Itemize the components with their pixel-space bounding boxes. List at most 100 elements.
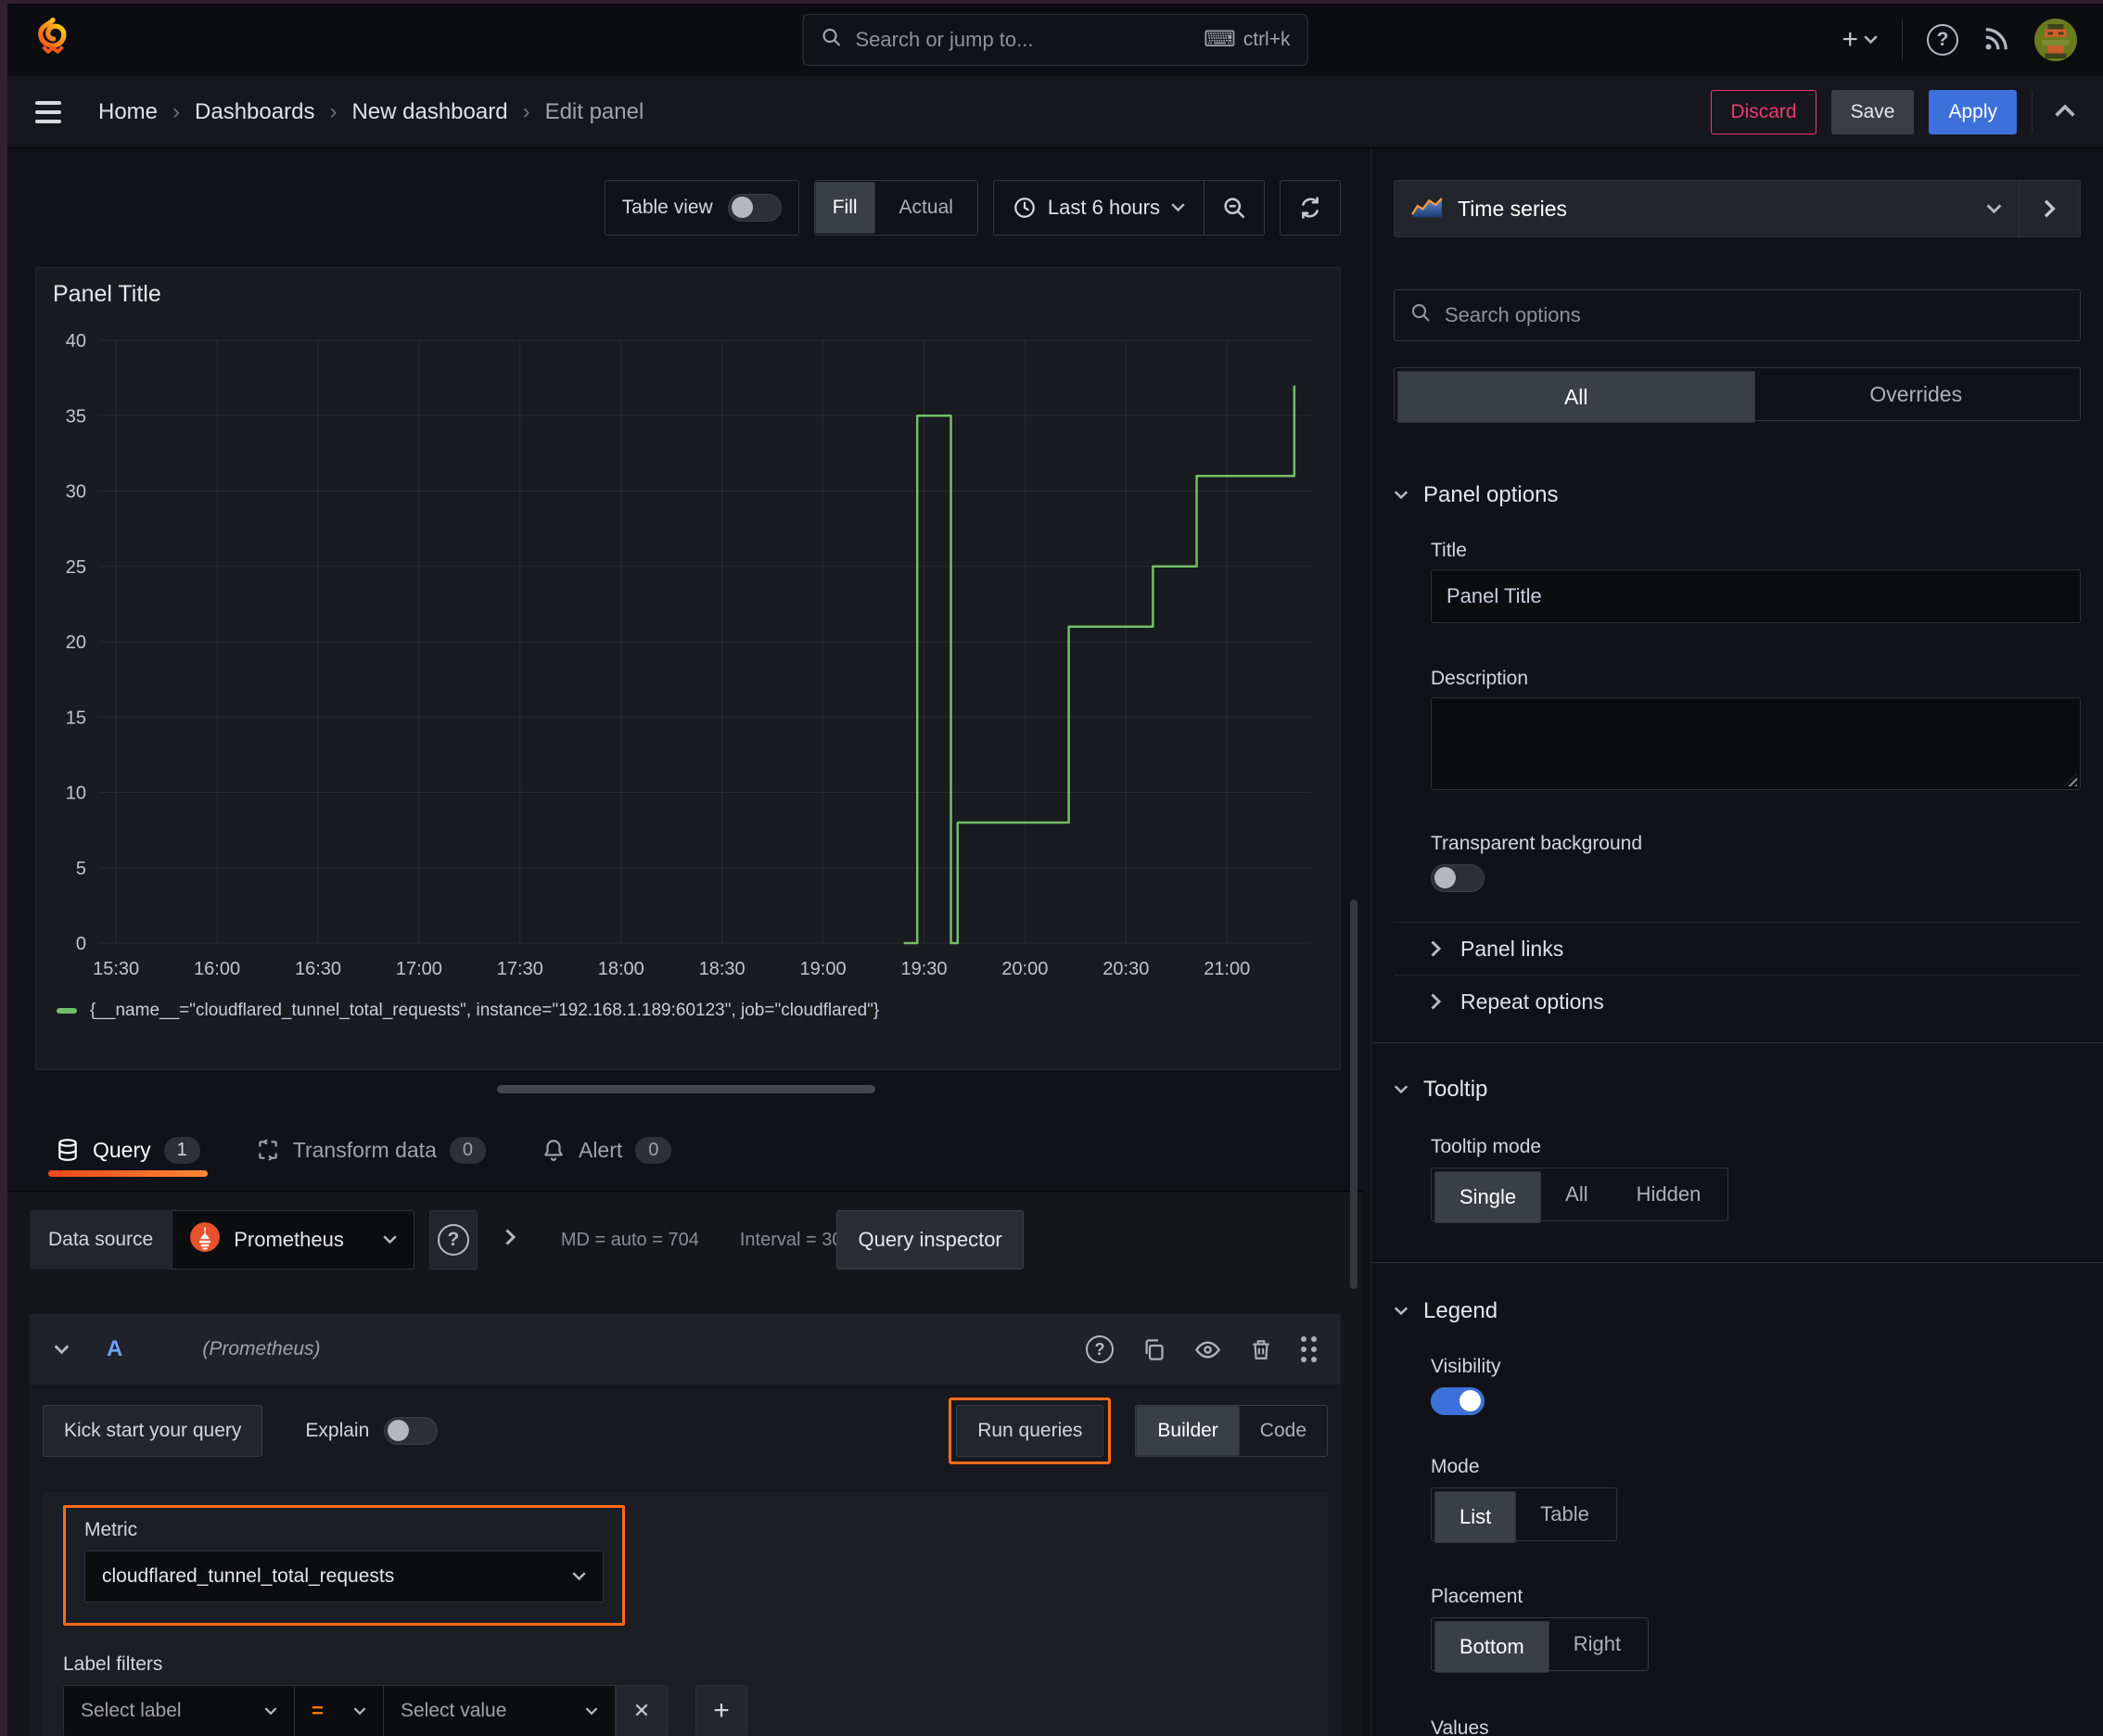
discard-button[interactable]: Discard [1711,89,1816,134]
panel-title: Panel Title [53,281,161,307]
run-queries-button[interactable]: Run queries [956,1405,1104,1457]
chevron-down-icon [264,1706,277,1715]
section-repeat-options[interactable]: Repeat options [1394,976,2081,1028]
legend-mode-list[interactable]: List [1434,1491,1517,1543]
svg-text:10: 10 [66,784,86,804]
datasource-help-button[interactable]: ? [428,1210,478,1270]
metric-label: Metric [84,1519,138,1540]
drag-query-handle[interactable] [1301,1336,1317,1362]
query-inspector-button[interactable]: Query inspector [836,1210,1024,1270]
options-search-input[interactable] [1443,302,2065,328]
table-view-toggle[interactable] [727,194,782,222]
collapse-query-button[interactable] [54,1339,70,1360]
section-panel-links[interactable]: Panel links [1394,923,2081,975]
main-scrollbar-thumb[interactable] [1350,900,1357,1289]
apply-button[interactable]: Apply [1929,89,2017,134]
visualization-picker[interactable]: Time series [1394,180,2020,237]
svg-text:19:00: 19:00 [800,959,847,979]
chevron-down-icon [1864,35,1878,45]
label-filter-row: Select label = Select value ✕ + [63,1685,1307,1736]
code-tab[interactable]: Code [1240,1406,1327,1456]
zoom-out-button[interactable] [1204,181,1264,235]
chevron-down-icon [383,1235,397,1245]
datasource-picker[interactable]: Prometheus [172,1210,414,1270]
metric-editor: Metric cloudflared_tunnel_total_requests… [43,1492,1328,1736]
legend-placement-right[interactable]: Right [1549,1621,1645,1667]
toggle-query-visibility-button[interactable] [1194,1336,1221,1363]
search-icon [1409,301,1432,329]
tooltip-mode-hidden[interactable]: Hidden [1612,1171,1726,1218]
legend-placement-group: Bottom Right [1431,1617,1650,1673]
options-search[interactable] [1394,289,2081,341]
save-button[interactable]: Save [1830,89,1915,134]
tooltip-mode-all[interactable]: All [1541,1171,1612,1218]
delete-query-button[interactable] [1249,1337,1273,1361]
svg-text:0: 0 [76,934,86,954]
table-view-label: Table view [621,197,713,218]
legend-visibility-toggle[interactable] [1431,1387,1485,1415]
builder-tab[interactable]: Builder [1136,1406,1240,1456]
legend-mode-group: List Table [1431,1487,1617,1543]
transparent-background-toggle[interactable] [1431,864,1485,892]
tab-transform[interactable]: Transform data 0 [256,1136,486,1164]
description-textarea[interactable] [1431,697,2081,790]
user-avatar[interactable] [2034,19,2077,61]
time-series-chart[interactable]: 0 5 10 15 20 25 30 35 40 15:30 16:00 16:30 17:00 17:3… [49,327,1324,986]
panel-resize-handle[interactable] [497,1085,875,1093]
svg-text:18:00: 18:00 [598,959,644,979]
svg-text:17:30: 17:30 [497,959,543,979]
tab-alert[interactable]: Alert 0 [542,1136,672,1164]
query-help-button[interactable]: ? [1086,1335,1114,1363]
collapse-options-button[interactable] [2055,101,2075,122]
fill-tab[interactable]: Fill [814,182,875,234]
global-search[interactable]: ⌨ ctrl+k [802,14,1308,66]
legend-mode-table[interactable]: Table [1516,1491,1613,1538]
duplicate-query-button[interactable] [1141,1337,1166,1362]
section-tooltip[interactable]: Tooltip [1394,1077,2081,1103]
select-value-dropdown[interactable]: Select value [384,1685,616,1736]
tab-overrides[interactable]: Overrides [1755,371,2078,417]
section-panel-options[interactable]: Panel options [1394,482,2081,508]
menu-toggle-button[interactable] [35,100,61,123]
tab-all[interactable]: All [1397,371,1755,423]
kick-start-button[interactable]: Kick start your query [43,1405,263,1457]
chevron-right-icon [505,1229,516,1245]
query-ref-id[interactable]: A [107,1336,122,1362]
top-nav: ⌨ ctrl+k + ? [7,4,2103,76]
query-card: A (Prometheus) ? Kick start your query E… [30,1314,1341,1736]
panel-title-input[interactable] [1431,569,2081,623]
help-button[interactable]: ? [1927,24,1958,56]
chevron-down-icon [572,1572,586,1581]
metric-select[interactable]: cloudflared_tunnel_total_requests [84,1551,604,1602]
news-button[interactable] [1982,25,2010,56]
toggle-options-pane-button[interactable] [2020,180,2081,237]
add-filter-button[interactable]: + [695,1685,747,1736]
operator-dropdown[interactable]: = [295,1685,384,1736]
time-range-picker[interactable]: Last 6 hours [994,181,1204,235]
select-label-dropdown[interactable]: Select label [63,1685,295,1736]
tab-query[interactable]: Query 1 [48,1136,208,1177]
breadcrumb-separator: › [329,98,338,124]
panel-preview: Panel Title 0 5 10 15 20 25 30 35 40 15:30 16:00 16… [35,267,1341,1070]
search-input[interactable] [853,27,1193,53]
chart-legend-item[interactable]: {__name__="cloudflared_tunnel_total_requ… [57,1001,879,1021]
svg-text:25: 25 [66,557,86,578]
refresh-button[interactable] [1281,181,1340,235]
legend-placement-bottom[interactable]: Bottom [1434,1621,1549,1673]
query-count-badge: 1 [163,1136,200,1164]
tooltip-mode-single[interactable]: Single [1434,1171,1542,1223]
title-field-label: Title [1431,540,1467,561]
breadcrumb-home[interactable]: Home [98,99,158,125]
remove-filter-button[interactable]: ✕ [616,1685,668,1736]
tab-query-label: Query [93,1137,151,1162]
new-menu-button[interactable]: + [1842,24,1878,56]
breadcrumb-dashboard[interactable]: New dashboard [351,99,507,125]
explain-toggle[interactable] [384,1417,439,1445]
interval-stat: Interval = 30s [739,1229,852,1250]
expand-row-button[interactable] [505,1229,516,1251]
section-legend[interactable]: Legend [1394,1298,2081,1324]
actual-tab[interactable]: Actual [875,181,977,235]
breadcrumb-dashboards[interactable]: Dashboards [195,99,314,125]
chevron-right-icon [1431,993,1442,1010]
grafana-logo-icon[interactable] [33,18,72,62]
